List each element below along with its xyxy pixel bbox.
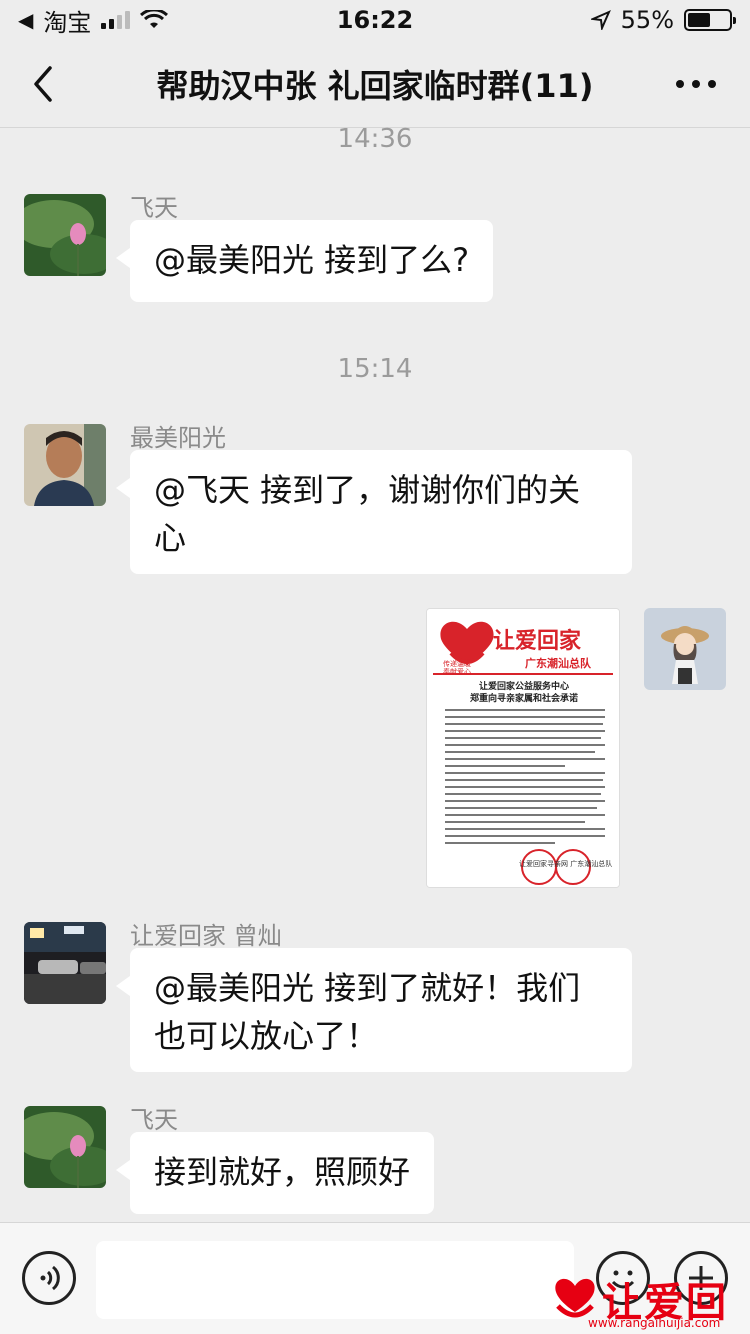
cellular-signal-icon — [101, 11, 131, 29]
message-bubble[interactable]: @最美阳光 接到了么? — [115, 220, 494, 302]
status-left: ◀ 淘宝 — [18, 3, 169, 38]
wifi-icon — [140, 10, 169, 28]
back-arrow-icon[interactable] — [28, 64, 64, 104]
location-arrow-icon — [590, 10, 611, 30]
sender-name: 飞天 — [130, 194, 178, 222]
lotus-avatar-image — [24, 194, 106, 276]
back-to-app-icon[interactable]: ◀ — [18, 8, 33, 32]
watermark: 让爱回家 www.rangaihuijia.com — [548, 1270, 750, 1334]
message-timestamp: 14:36 — [337, 124, 413, 154]
back-app-label[interactable]: 淘宝 — [43, 3, 91, 38]
chat-header: 帮助汉中张 礼回家临时群(11) — [0, 40, 750, 128]
sender-name: 最美阳光 — [130, 424, 226, 452]
battery-fill — [688, 13, 710, 27]
page-title: 帮助汉中张 礼回家临时群(11) — [156, 66, 594, 105]
avatar[interactable] — [24, 424, 106, 506]
man-avatar-image — [24, 424, 106, 506]
message-timestamp: 15:14 — [337, 354, 413, 384]
message-bubble[interactable]: @最美阳光 接到了就好！我们也可以放心了！ — [116, 948, 632, 1072]
voice-input-button[interactable] — [22, 1251, 76, 1305]
battery-icon — [684, 9, 736, 31]
image-slogan-2: 奉献爱心 — [443, 668, 471, 676]
image-stamp-text: 让爱回家寻亲网 广东潮汕总队 — [519, 860, 613, 868]
cartoon-girl-avatar-image — [644, 608, 726, 690]
more-options-icon[interactable] — [676, 80, 716, 88]
image-brand-text: 让爱回家 — [493, 628, 582, 654]
watermark-url: www.rangaihuijia.com — [588, 1316, 721, 1330]
message-input[interactable] — [96, 1241, 574, 1319]
voice-icon — [40, 1265, 60, 1291]
avatar[interactable] — [24, 194, 106, 276]
night-street-avatar-image — [24, 922, 106, 1004]
image-team-text: 广东潮汕总队 — [525, 657, 591, 670]
message-bubble[interactable]: 接到就好，照顾好 — [115, 1132, 435, 1214]
sender-name: 飞天 — [130, 1106, 178, 1134]
status-bar: ◀ 淘宝 16:22 55% — [0, 0, 750, 40]
message-bubble[interactable]: @飞天 接到了，谢谢你们的关心 — [116, 450, 632, 574]
status-right: 55% — [590, 6, 736, 34]
avatar[interactable] — [24, 1106, 106, 1188]
sender-name: 让爱回家 曾灿 — [130, 922, 282, 950]
avatar[interactable] — [24, 922, 106, 1004]
my-avatar[interactable] — [644, 608, 726, 690]
battery-percent: 55% — [620, 6, 674, 34]
lotus-avatar-image — [24, 1106, 106, 1188]
image-message[interactable]: 让爱回家 传递温暖 奉献爱心 广东潮汕总队 让爱回家公益服务中心 郑重向寻亲家属… — [426, 608, 620, 888]
